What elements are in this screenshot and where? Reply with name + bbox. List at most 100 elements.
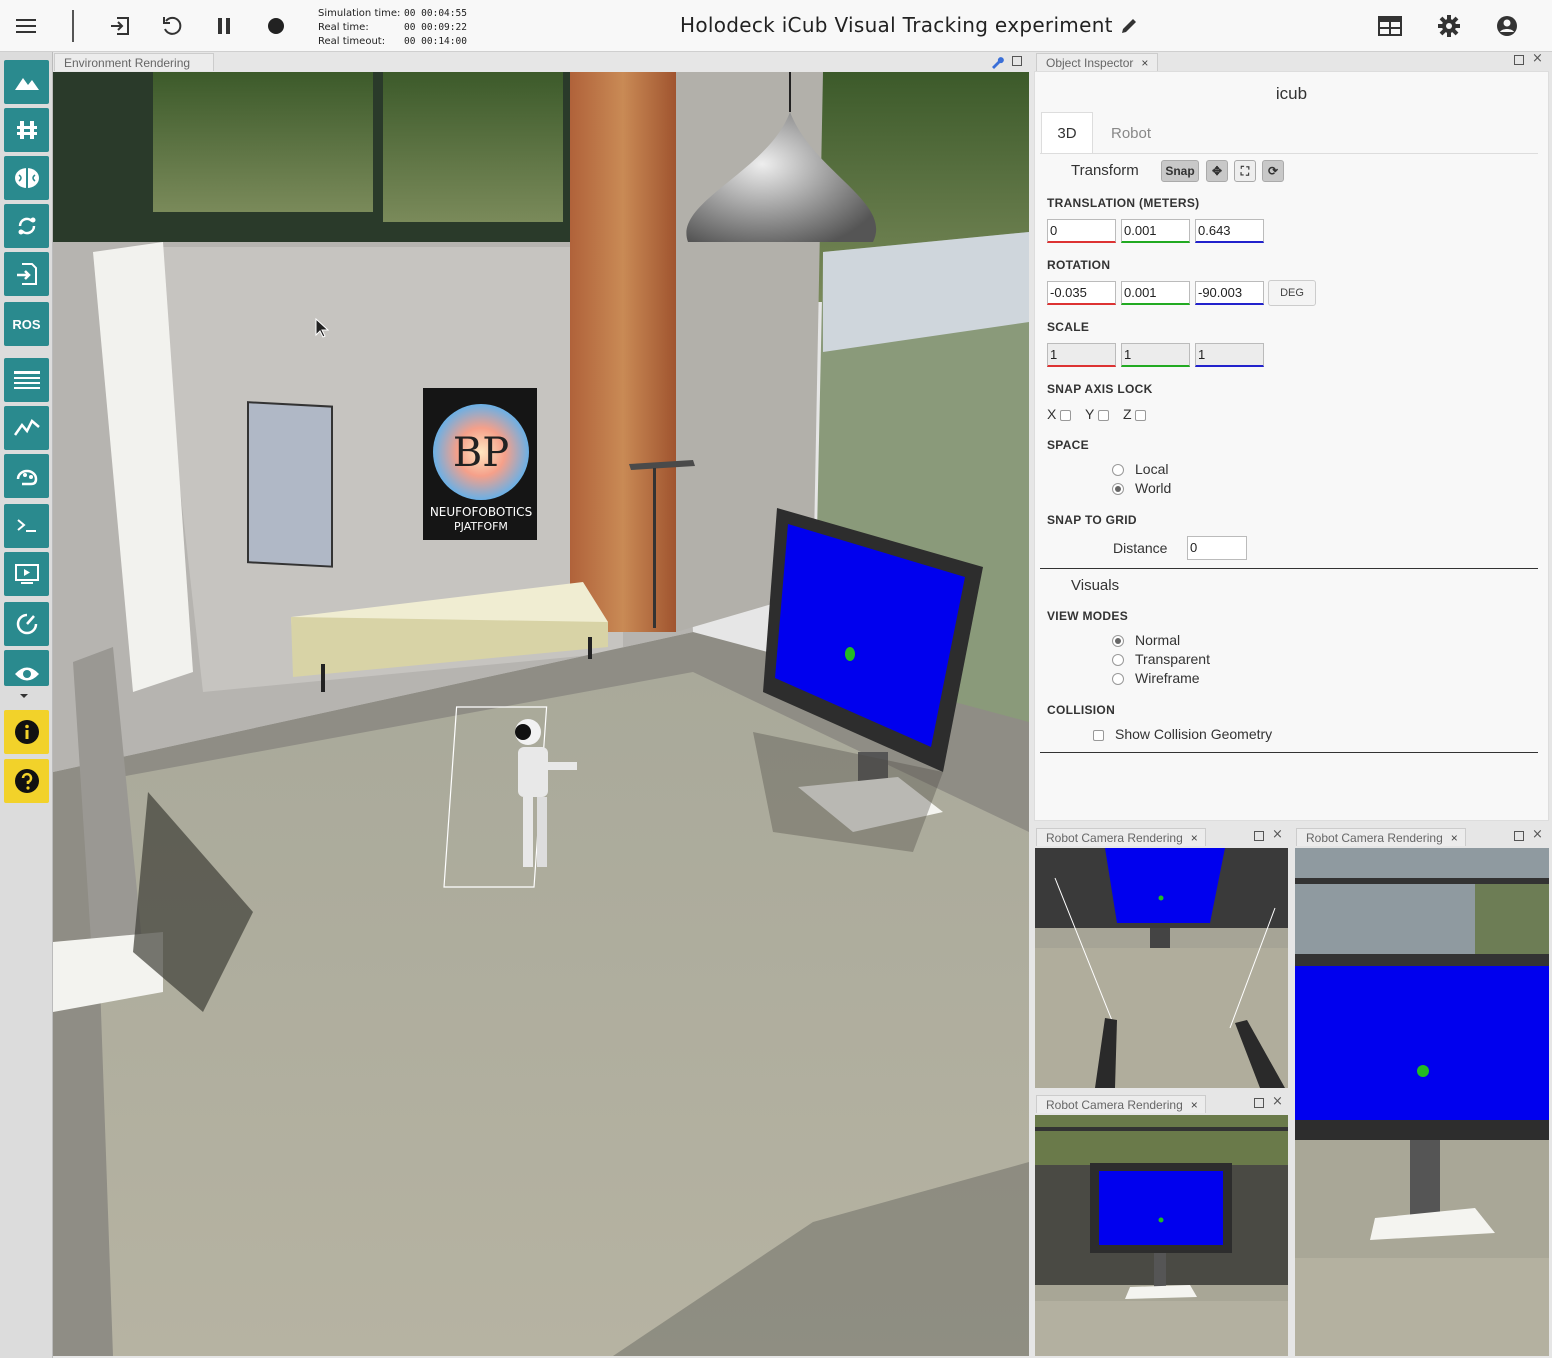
terminal-icon[interactable] [4, 504, 49, 548]
translate-icon[interactable]: ✥ [1206, 160, 1228, 182]
visuals-label: Visuals [1071, 577, 1120, 594]
maximize-icon[interactable] [1514, 55, 1524, 65]
object-name: icub [1275, 84, 1308, 103]
poster-logo: BP [453, 430, 509, 476]
tab-robot-camera-2[interactable]: Robot Camera Rendering × [1296, 828, 1466, 846]
log-console-icon[interactable] [4, 358, 49, 402]
scale-label: SCALE [1047, 320, 1090, 334]
tab-robot-camera-3[interactable]: Robot Camera Rendering × [1036, 1095, 1206, 1113]
view-wireframe-label: Wireframe [1135, 670, 1200, 686]
video-stream-icon[interactable] [4, 552, 49, 596]
tab-object-inspector[interactable]: Object Inspector × [1036, 53, 1158, 71]
help-icon[interactable] [4, 759, 49, 803]
camera-render-1 [1035, 848, 1288, 1088]
transform-label: Transform [1071, 162, 1139, 179]
snap-to-grid-label: SNAP TO GRID [1047, 513, 1137, 527]
scale-icon[interactable]: ⛶ [1234, 160, 1256, 182]
rotate-icon[interactable]: ⟳ [1262, 160, 1284, 182]
scale-x-input[interactable]: 1 [1047, 343, 1116, 367]
translation-x-input[interactable]: 0 [1047, 219, 1116, 243]
menu-icon[interactable] [10, 10, 42, 42]
snap-button[interactable]: Snap [1161, 160, 1199, 182]
axis-y-checkbox[interactable] [1097, 409, 1109, 421]
camera-tab-label: Robot Camera Rendering [1306, 831, 1443, 845]
translation-y-input[interactable]: 0.001 [1121, 219, 1190, 243]
object-library-icon[interactable] [4, 108, 49, 152]
poster-caption-line1: NEUFOFOBOTICS [430, 505, 532, 519]
object-inspector-panel: icub 3D Robot Transform Snap ✥ ⛶ ⟳ TRANS… [1034, 71, 1549, 821]
real-time-value: 00 00:09:22 [404, 22, 467, 33]
view-wireframe-radio[interactable] [1112, 673, 1124, 685]
close-icon[interactable]: × [1451, 831, 1458, 845]
wrench-icon[interactable] [990, 54, 1004, 73]
ros-terminal-button[interactable]: ROS [4, 302, 49, 346]
translation-z-input[interactable]: 0.643 [1195, 219, 1264, 243]
axis-x-checkbox[interactable] [1060, 409, 1072, 421]
space-world-radio[interactable] [1112, 483, 1124, 495]
section-divider [1040, 568, 1538, 569]
tab-environment-rendering[interactable]: Environment Rendering [54, 53, 214, 71]
snap-axis-y: Y [1085, 406, 1109, 422]
robot-camera-view-1 [1035, 848, 1288, 1088]
edit-title-icon[interactable] [1113, 10, 1145, 42]
maximize-icon[interactable] [1012, 56, 1022, 66]
real-timeout-value: 00 00:14:00 [404, 36, 467, 47]
layout-icon[interactable] [1374, 10, 1406, 42]
close-icon[interactable]: × [1141, 56, 1148, 70]
environment-icon[interactable] [4, 60, 49, 104]
view-transparent-radio[interactable] [1112, 654, 1124, 666]
collision-checkbox[interactable] [1093, 730, 1104, 741]
space-local-radio[interactable] [1112, 464, 1124, 476]
user-account-icon[interactable] [1491, 10, 1523, 42]
scale-y-input[interactable]: 1 [1121, 343, 1190, 367]
deg-toggle-button[interactable]: DEG [1268, 280, 1316, 306]
maximize-icon[interactable] [1514, 831, 1524, 841]
import-file-icon[interactable] [4, 252, 49, 296]
tab-robot[interactable]: Robot [1101, 112, 1161, 154]
info-icon[interactable] [4, 710, 49, 754]
rotation-z-input[interactable]: -90.003 [1195, 281, 1264, 305]
brain-visualizer-icon[interactable] [4, 454, 49, 498]
camera-tab-label: Robot Camera Rendering [1046, 1098, 1183, 1112]
tab-3d[interactable]: 3D [1041, 112, 1093, 154]
robot-camera-view-2 [1295, 848, 1549, 1356]
maximize-icon[interactable] [1254, 1098, 1264, 1108]
space-label: SPACE [1047, 438, 1089, 452]
axis-z-checkbox[interactable] [1135, 409, 1147, 421]
record-icon[interactable] [260, 10, 292, 42]
chevron-down-icon[interactable] [20, 694, 28, 698]
close-icon[interactable]: × [1532, 827, 1543, 842]
close-icon[interactable]: × [1272, 1094, 1283, 1109]
collision-label: COLLISION [1047, 703, 1116, 717]
plot-icon[interactable] [4, 406, 49, 450]
rotation-y-input[interactable]: 0.001 [1121, 281, 1190, 305]
close-icon[interactable]: × [1191, 831, 1198, 845]
sim-time-value: 00 00:04:55 [404, 8, 467, 19]
close-icon[interactable]: × [1532, 51, 1543, 66]
transfer-functions-icon[interactable] [4, 204, 49, 248]
maximize-icon[interactable] [1254, 831, 1264, 841]
poster-caption-line2: PJATFOFM [454, 520, 508, 533]
reset-icon[interactable] [156, 10, 188, 42]
collision-option-label: Show Collision Geometry [1115, 726, 1273, 742]
close-icon[interactable]: × [1272, 827, 1283, 842]
distance-input[interactable]: 0 [1187, 536, 1247, 560]
settings-gear-icon[interactable] [1433, 10, 1465, 42]
view-normal-radio[interactable] [1112, 635, 1124, 647]
close-icon[interactable]: × [1191, 1098, 1198, 1112]
environment-3d-view[interactable]: BP NEUFOFOBOTICS PJATFOFM [53, 72, 1029, 1356]
axis-y-label: Y [1085, 406, 1095, 422]
rotation-x-input[interactable]: -0.035 [1047, 281, 1116, 305]
brain-editor-icon[interactable] [4, 156, 49, 200]
exit-icon[interactable] [104, 10, 136, 42]
performance-monitor-icon[interactable] [4, 602, 49, 646]
space-local-label: Local [1135, 461, 1169, 477]
snap-axis-z: Z [1123, 406, 1147, 422]
pause-icon[interactable] [208, 10, 240, 42]
visibility-eye-icon[interactable] [4, 650, 49, 686]
tab-robot-camera-1[interactable]: Robot Camera Rendering × [1036, 828, 1206, 846]
scale-z-input[interactable]: 1 [1195, 343, 1264, 367]
view-transparent-label: Transparent [1135, 651, 1210, 667]
tracking-target-dot [845, 647, 855, 661]
top-toolbar: Simulation time: 00 00:04:55 Real time: 00… [0, 0, 1552, 52]
